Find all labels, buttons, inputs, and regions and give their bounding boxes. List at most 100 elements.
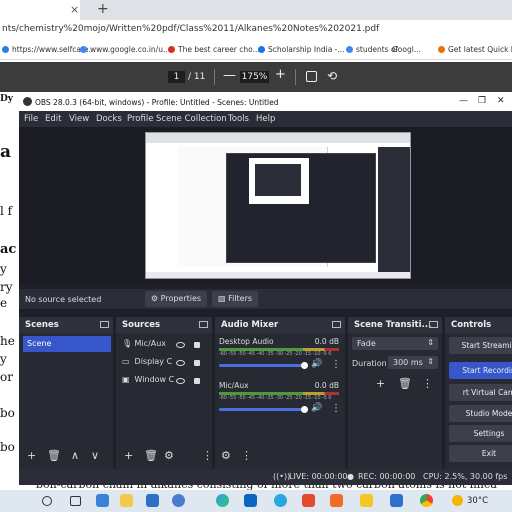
move-down-icon[interactable]: ∨: [91, 449, 99, 462]
google-icon: [80, 46, 87, 53]
close-tab-icon[interactable]: ×: [70, 3, 79, 16]
more-options-icon[interactable]: ⋮: [241, 449, 252, 462]
divider: [214, 69, 215, 85]
zoom-level-input[interactable]: 175%: [240, 71, 269, 83]
bookmark[interactable]: students of: [346, 45, 398, 54]
store-icon[interactable]: [146, 494, 159, 507]
maximize-button[interactable]: ❐: [478, 96, 486, 106]
temperature[interactable]: 30°C: [467, 496, 488, 506]
speaker-icon[interactable]: 🔊: [311, 403, 322, 413]
source-settings-icon[interactable]: ⚙: [164, 449, 174, 462]
meter-ticks: -60 -55 -50 -45 -40 -35 -30 -25 -20 -15 …: [219, 351, 332, 357]
new-tab-button[interactable]: +: [97, 1, 109, 17]
zoom-in-button[interactable]: +: [275, 67, 286, 82]
bookmark[interactable]: Googl...: [392, 45, 421, 54]
menu-profile[interactable]: Profile: [127, 114, 153, 124]
visibility-eye-icon[interactable]: [176, 378, 185, 384]
visibility-eye-icon[interactable]: [176, 360, 185, 366]
source-item[interactable]: 🎙 Mic/Aux: [122, 339, 166, 353]
start-recording-button[interactable]: Start Recordin: [449, 362, 512, 379]
widgets-icon[interactable]: [96, 494, 109, 507]
add-scene-button[interactable]: +: [27, 449, 36, 462]
bookmark[interactable]: The best career cho...: [168, 45, 260, 54]
filters-button[interactable]: ▧ Filters: [212, 291, 258, 307]
bookmark[interactable]: Get latest Quick He...: [438, 45, 512, 54]
browser-tab[interactable]: ×: [0, 0, 80, 20]
files-icon[interactable]: [120, 494, 133, 507]
visibility-eye-icon[interactable]: [176, 342, 185, 348]
remove-source-button[interactable]: 🗑: [144, 449, 158, 462]
store-icon[interactable]: [390, 494, 403, 507]
obs-preview[interactable]: [19, 127, 512, 283]
source-item[interactable]: ▭ Display C: [122, 357, 172, 371]
telegram-icon[interactable]: [274, 494, 287, 507]
pdf-text-fragment: a: [0, 142, 12, 162]
taskview-icon[interactable]: [70, 496, 81, 506]
volume-slider[interactable]: [219, 364, 305, 367]
app-icon[interactable]: [330, 494, 343, 507]
more-options-icon[interactable]: ⋮: [331, 359, 341, 370]
menu-tools[interactable]: Tools: [228, 114, 249, 124]
remove-transition-button[interactable]: 🗑: [398, 377, 412, 390]
more-options-icon[interactable]: ⋮: [422, 377, 433, 390]
menu-help[interactable]: Help: [256, 114, 275, 124]
lock-icon[interactable]: [194, 360, 200, 366]
files-icon[interactable]: [360, 494, 373, 507]
mail-icon[interactable]: [244, 494, 257, 507]
search-icon[interactable]: [42, 496, 52, 506]
obs-logo-icon: [23, 97, 32, 106]
controls-panel: Controls Start Streamin Start Recordin r…: [445, 317, 512, 472]
menu-file[interactable]: File: [24, 114, 38, 124]
page-number-input[interactable]: 1: [168, 71, 185, 83]
minimize-button[interactable]: —: [459, 96, 468, 106]
chrome-icon[interactable]: [420, 494, 433, 507]
app-icon[interactable]: [172, 494, 185, 507]
address-bar[interactable]: nts/chemistry%20mojo/Written%20pdf/Class…: [0, 20, 512, 40]
remove-scene-button[interactable]: 🗑: [47, 449, 61, 462]
mixer-settings-icon[interactable]: ⚙: [221, 449, 231, 462]
add-source-button[interactable]: +: [124, 449, 133, 462]
transition-type-select[interactable]: Fade ⇕: [352, 337, 438, 350]
volume-slider[interactable]: [219, 408, 305, 411]
undock-icon[interactable]: [332, 321, 341, 328]
duration-input[interactable]: 300 ms ⇕: [388, 356, 438, 369]
menu-edit[interactable]: Edit: [45, 114, 61, 124]
meter-ticks: -60 -55 -50 -45 -40 -35 -30 -25 -20 -15 …: [219, 395, 332, 401]
start-streaming-button[interactable]: Start Streamin: [449, 337, 512, 354]
exit-button[interactable]: Exit: [449, 445, 512, 462]
bookmark[interactable]: Scholarship India -...: [258, 45, 345, 54]
volume-slider-knob[interactable]: [301, 362, 308, 369]
source-item[interactable]: ▣ Window C: [122, 375, 174, 389]
add-transition-button[interactable]: +: [376, 377, 385, 390]
bookmark[interactable]: www.google.co.in/u...: [80, 45, 170, 54]
virtual-camera-button[interactable]: rt Virtual Cam: [449, 384, 512, 401]
settings-button[interactable]: Settings: [449, 425, 512, 442]
more-options-icon[interactable]: ⋮: [202, 449, 213, 462]
bookmark-icon: [168, 46, 175, 53]
studio-mode-button[interactable]: Studio Mode: [449, 405, 512, 422]
lock-icon[interactable]: [194, 378, 200, 384]
undock-icon[interactable]: [100, 321, 109, 328]
scene-item[interactable]: Scene: [23, 336, 111, 352]
close-button[interactable]: ✕: [497, 96, 505, 106]
obs-titlebar[interactable]: OBS 28.0.3 (64-bit, windows) - Profile: …: [19, 93, 512, 111]
zoom-out-button[interactable]: —: [223, 68, 236, 83]
app-icon[interactable]: [302, 494, 315, 507]
properties-button[interactable]: ⚙ Properties: [145, 291, 207, 307]
speaker-icon[interactable]: 🔊: [311, 359, 322, 369]
volume-slider-knob[interactable]: [301, 406, 308, 413]
menu-docks[interactable]: Docks: [96, 114, 122, 124]
audio-mixer-panel: Audio Mixer Desktop Audio 0.0 dB -60 -55…: [215, 317, 345, 472]
fit-page-icon[interactable]: [306, 71, 317, 82]
more-options-icon[interactable]: ⋮: [331, 403, 341, 414]
menu-scene-collection[interactable]: Scene Collection: [156, 114, 227, 124]
lock-icon[interactable]: [194, 342, 200, 348]
menu-view[interactable]: View: [69, 114, 89, 124]
undock-icon[interactable]: [199, 321, 208, 328]
move-up-icon[interactable]: ∧: [71, 449, 79, 462]
edge-icon[interactable]: [216, 494, 229, 507]
undock-icon[interactable]: [429, 321, 438, 328]
rotate-button[interactable]: ⟲: [327, 69, 337, 83]
monitor-icon: ▭: [122, 357, 130, 366]
weather-sun-icon[interactable]: [452, 495, 463, 506]
